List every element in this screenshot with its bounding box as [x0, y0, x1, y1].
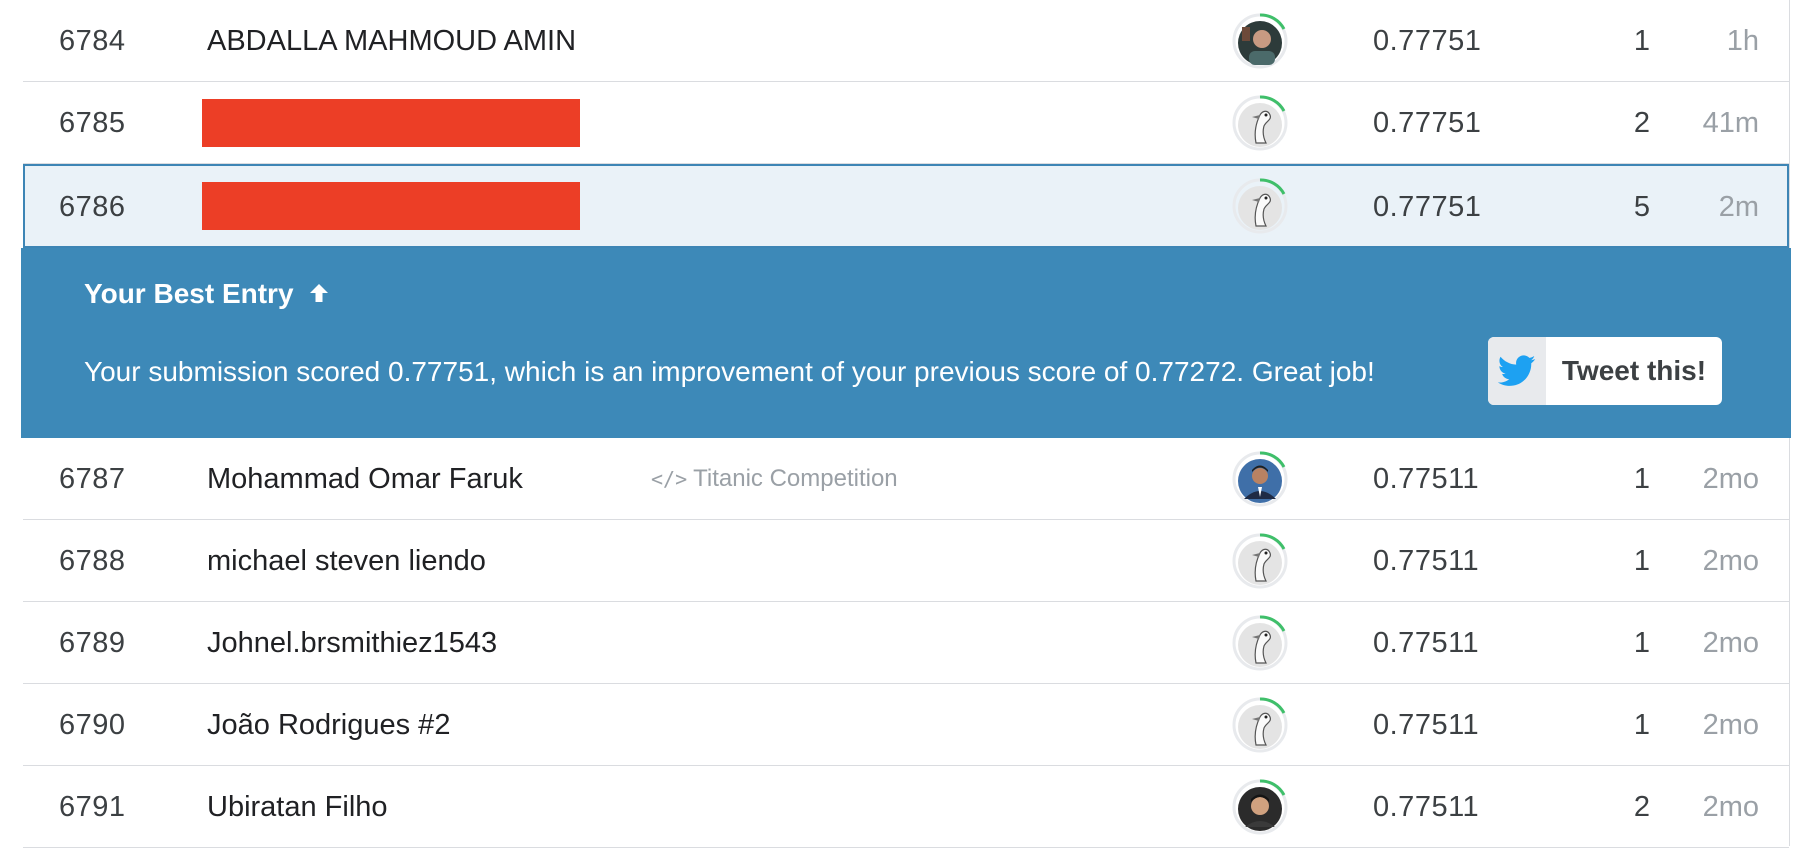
- notebook-link[interactable]: </> Titanic Competition: [651, 438, 898, 520]
- rank: 6785: [59, 107, 126, 139]
- notebook-title: Titanic Competition: [693, 465, 898, 492]
- rank: 6787: [59, 463, 126, 495]
- user-photo-icon: [1232, 451, 1288, 507]
- goose-avatar-icon: [1232, 533, 1288, 589]
- goose-avatar-icon: [1232, 178, 1288, 234]
- current-user-row[interactable]: 6786 0.77751 5 2m: [23, 164, 1789, 248]
- last-submission: 41m: [1702, 107, 1759, 139]
- arrow-up-icon: [307, 279, 331, 309]
- rank: 6790: [59, 709, 126, 741]
- last-submission: 2mo: [1702, 791, 1759, 823]
- avatar[interactable]: [1230, 613, 1290, 673]
- goose-avatar-icon: [1232, 697, 1288, 753]
- entries: 1: [1633, 463, 1651, 495]
- avatar[interactable]: [1230, 449, 1290, 509]
- score: 0.77751: [1373, 107, 1482, 139]
- goose-avatar-icon: [1232, 95, 1288, 151]
- code-icon: </>: [651, 467, 688, 491]
- team-name[interactable]: ABDALLA MAHMOUD AMIN: [207, 0, 576, 82]
- avatar[interactable]: [1230, 777, 1290, 837]
- last-submission: 2mo: [1702, 545, 1759, 577]
- tweet-button-label: Tweet this!: [1561, 355, 1707, 386]
- entries: 5: [1633, 191, 1651, 223]
- team-name[interactable]: michael steven liendo: [207, 520, 486, 602]
- score: 0.77511: [1373, 627, 1480, 659]
- best-entry-title-text: Your Best Entry: [84, 278, 294, 309]
- table-row[interactable]: 6784 ABDALLA MAHMOUD AMIN 0.77751 1 1h: [23, 0, 1789, 82]
- entries: 1: [1633, 627, 1651, 659]
- best-entry-panel: Your Best Entry Your submission scored 0…: [21, 248, 1791, 438]
- table-row[interactable]: 6789 Johnel.brsmithiez1543 0.77511 1 2mo: [23, 602, 1789, 684]
- team-name[interactable]: João Rodrigues #2: [207, 684, 450, 766]
- last-submission: 2mo: [1702, 463, 1759, 495]
- leaderboard: 6784 ABDALLA MAHMOUD AMIN 0.77751 1 1h 6…: [0, 0, 1812, 848]
- entries: 2: [1633, 107, 1651, 139]
- best-entry-message: Your submission scored 0.77751, which is…: [84, 356, 1375, 387]
- score: 0.77751: [1373, 191, 1482, 223]
- user-photo-icon: [1232, 779, 1288, 835]
- last-submission: 2mo: [1702, 627, 1759, 659]
- tweet-button[interactable]: Tweet this!: [1488, 337, 1722, 405]
- team-name[interactable]: Johnel.brsmithiez1543: [207, 602, 497, 684]
- goose-avatar-icon: [1232, 615, 1288, 671]
- avatar[interactable]: [1230, 93, 1290, 153]
- table-row[interactable]: 6790 João Rodrigues #2 0.77511 1 2mo: [23, 684, 1789, 766]
- last-submission: 2mo: [1702, 709, 1759, 741]
- score: 0.77751: [1373, 25, 1482, 57]
- score: 0.77511: [1373, 791, 1480, 823]
- rank: 6791: [59, 791, 126, 823]
- rank: 6786: [59, 191, 126, 223]
- score: 0.77511: [1373, 709, 1480, 741]
- redacted-name: [202, 99, 580, 147]
- score: 0.77511: [1373, 545, 1480, 577]
- team-name[interactable]: Ubiratan Filho: [207, 766, 388, 848]
- entries: 1: [1633, 545, 1651, 577]
- avatar[interactable]: [1230, 11, 1290, 71]
- rank: 6784: [59, 25, 126, 57]
- rank: 6789: [59, 627, 126, 659]
- last-submission: 1h: [1726, 25, 1759, 57]
- avatar[interactable]: [1230, 176, 1290, 236]
- table-row[interactable]: 6785 0.77751 2 41m: [23, 82, 1789, 164]
- twitter-icon: [1488, 337, 1546, 405]
- rank: 6788: [59, 545, 126, 577]
- user-photo-icon: [1232, 13, 1288, 69]
- entries: 1: [1633, 25, 1651, 57]
- score: 0.77511: [1373, 463, 1480, 495]
- table-row[interactable]: 6787 Mohammad Omar Faruk </> Titanic Comp…: [23, 438, 1789, 520]
- best-entry-title: Your Best Entry: [84, 278, 331, 310]
- avatar[interactable]: [1230, 695, 1290, 755]
- entries: 2: [1633, 791, 1651, 823]
- table-row[interactable]: 6788 michael steven liendo 0.77511 1 2mo: [23, 520, 1789, 602]
- team-name[interactable]: Mohammad Omar Faruk: [207, 438, 523, 520]
- entries: 1: [1633, 709, 1651, 741]
- avatar[interactable]: [1230, 531, 1290, 591]
- last-submission: 2m: [1718, 191, 1759, 223]
- redacted-name: [202, 182, 580, 230]
- table-row[interactable]: 6791 Ubiratan Filho 0.77511 2 2mo: [23, 766, 1789, 848]
